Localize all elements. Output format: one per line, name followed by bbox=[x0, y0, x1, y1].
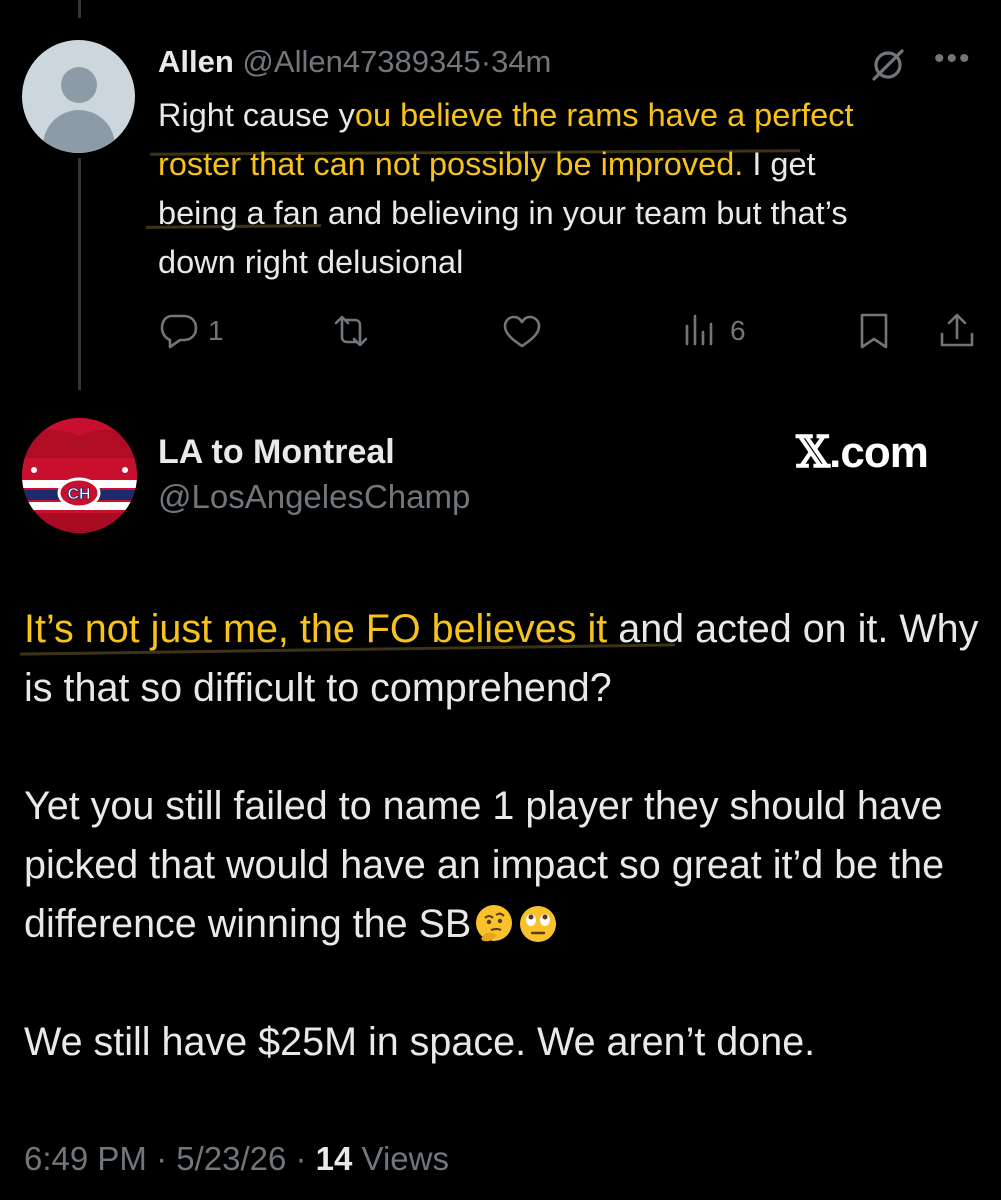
repost-icon bbox=[334, 315, 368, 347]
reply-icon bbox=[160, 314, 198, 349]
paragraph-1: It’s not just me, the FO believes it and… bbox=[24, 600, 984, 718]
meta-separator: · bbox=[286, 1140, 316, 1177]
reply-author-handle[interactable]: @Allen47389345 bbox=[242, 44, 480, 79]
repost-action[interactable] bbox=[330, 310, 372, 352]
like-action[interactable] bbox=[501, 310, 543, 352]
views-count: 6 bbox=[730, 315, 746, 346]
reply-action-bar: 1 6 bbox=[158, 308, 978, 354]
paragraph-1-highlight: It’s not just me, the FO believes it bbox=[24, 607, 608, 651]
grok-icon[interactable] bbox=[868, 44, 908, 84]
bookmark-icon bbox=[860, 313, 888, 349]
tweet-date[interactable]: 5/23/26 bbox=[176, 1140, 286, 1177]
meta-separator: · bbox=[146, 1140, 177, 1177]
thread-line-top bbox=[78, 0, 81, 18]
tweet-meta: 6:49 PM · 5/23/26 · 14 Views bbox=[24, 1137, 449, 1181]
reply-separator: · bbox=[480, 44, 492, 79]
x-logo-glyph: 𝕏 bbox=[796, 427, 830, 478]
reply-header: Allen @Allen47389345·34m bbox=[158, 42, 551, 82]
views-action[interactable]: 6 bbox=[680, 310, 746, 352]
tweet-views-label: Views bbox=[352, 1140, 449, 1177]
x-com-watermark: 𝕏.com bbox=[796, 427, 929, 478]
tweet-time[interactable]: 6:49 PM bbox=[24, 1140, 147, 1177]
default-avatar[interactable] bbox=[22, 40, 135, 153]
heart-icon bbox=[503, 315, 541, 348]
avatar-body-shape bbox=[43, 110, 115, 153]
reply-timestamp[interactable]: 34m bbox=[491, 44, 551, 79]
rolling-eyes-emoji bbox=[520, 906, 557, 942]
habs-jersey-avatar[interactable]: CH bbox=[22, 418, 137, 533]
bookmark-action[interactable] bbox=[853, 310, 895, 352]
reply-header-icons: ••• bbox=[868, 44, 972, 84]
paragraph-2: Yet you still failed to name 1 player th… bbox=[24, 777, 984, 954]
paragraph-3: We still have $25M in space. We aren’t d… bbox=[24, 1020, 816, 1064]
share-action[interactable] bbox=[936, 310, 978, 352]
share-icon bbox=[940, 313, 974, 347]
more-dots-icon[interactable]: ••• bbox=[934, 44, 972, 74]
analytics-icon bbox=[685, 314, 713, 346]
svg-text:CH: CH bbox=[67, 486, 90, 503]
avatar-head-shape bbox=[61, 67, 97, 103]
jersey-image: CH bbox=[22, 418, 137, 533]
watermark-text: .com bbox=[829, 428, 929, 477]
main-tweet-text: It’s not just me, the FO believes it and… bbox=[24, 600, 984, 1131]
reply-text: Right cause you believe the rams have a … bbox=[158, 91, 878, 287]
thread-line bbox=[78, 158, 81, 390]
main-author-name[interactable]: LA to Montreal bbox=[158, 432, 395, 472]
reply-count: 1 bbox=[208, 315, 224, 346]
main-author-handle[interactable]: @LosAngelesChamp bbox=[158, 477, 470, 517]
reply-author-name[interactable]: Allen bbox=[158, 44, 234, 79]
reply-text-pre: Right cause y bbox=[158, 97, 355, 133]
tweet-views-count[interactable]: 14 bbox=[316, 1140, 353, 1177]
reply-action[interactable]: 1 bbox=[158, 310, 224, 352]
thinking-face-emoji bbox=[476, 905, 513, 942]
